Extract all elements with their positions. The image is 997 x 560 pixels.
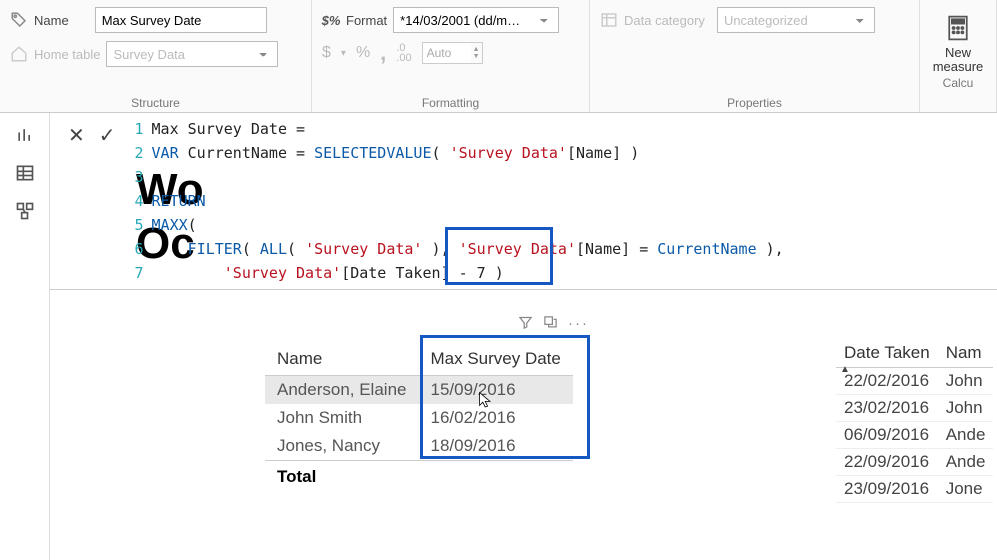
decimals-spinner[interactable]: ▲▼ [422,42,483,64]
col-header-nam[interactable]: Nam [938,339,994,368]
mouse-cursor-icon [478,391,494,411]
formula-bar: ✕ ✓ 1Max Survey Date = 2VAR CurrentName … [50,113,997,290]
group-label-formatting: Formatting [322,94,579,110]
home-table-label: Home table [34,47,100,62]
table-visual-summary[interactable]: ··· Name Max Survey Date Anderson, Elain… [265,343,595,491]
col-header-datetaken[interactable]: Date Taken▲ [836,339,938,368]
decimals-icon[interactable]: .0.00 [396,43,411,63]
table-row[interactable]: 23/02/2016John [836,395,993,422]
tag-icon [10,11,28,29]
table-visual-detail[interactable]: Date Taken▲ Nam 22/02/2016John 23/02/201… [836,339,993,503]
report-view-button[interactable] [13,125,37,145]
name-label: Name [34,13,69,28]
table-row[interactable]: 22/09/2016Ande [836,449,993,476]
detail-table: Date Taken▲ Nam 22/02/2016John 23/02/201… [836,339,993,503]
ribbon-group-properties: Data category Properties [590,0,920,112]
group-label-structure: Structure [10,94,301,110]
ribbon: Name Home table Structure $% Format $ [0,0,997,113]
model-view-button[interactable] [13,201,37,221]
datacategory-label: Data category [624,13,705,28]
formula-editor[interactable]: 1Max Survey Date = 2VAR CurrentName = SE… [130,113,997,289]
left-nav-rail [0,113,50,560]
ribbon-group-calc: New measure Calcu [920,0,997,112]
currency-dropdown-icon[interactable]: ▾ [341,48,346,59]
format-select[interactable] [393,7,559,33]
cancel-formula-button[interactable]: ✕ [68,123,85,148]
ribbon-group-structure: Name Home table Structure [0,0,312,112]
comma-button[interactable]: , [380,40,386,66]
table-row[interactable]: Anderson, Elaine15/09/2016 [265,376,573,405]
more-icon[interactable]: ··· [568,315,589,334]
spinner-arrows-icon[interactable]: ▲▼ [471,46,482,60]
ribbon-group-formatting: $% Format $ ▾ % , .0.00 ▲▼ Formatting [312,0,590,112]
home-table-select[interactable] [106,41,278,67]
table-row[interactable]: 22/02/2016John [836,368,993,395]
percent-button[interactable]: % [356,44,370,62]
col-header-maxdate[interactable]: Max Survey Date [418,343,572,376]
summary-table: Name Max Survey Date Anderson, Elaine15/… [265,343,573,491]
table-row[interactable]: Jones, Nancy18/09/2016 [265,432,573,461]
name-input[interactable] [95,7,267,33]
col-header-name[interactable]: Name [265,343,418,376]
data-view-button[interactable] [13,163,37,183]
format-label: Format [346,13,387,28]
filter-icon[interactable] [518,315,533,334]
home-icon [10,45,28,63]
table-row[interactable]: 23/09/2016Jone [836,476,993,503]
format-icon: $% [322,11,340,29]
sort-asc-icon: ▲ [840,364,850,375]
datacategory-icon [600,11,618,29]
visual-toolbar: ··· [518,315,589,334]
commit-formula-button[interactable]: ✓ [99,123,116,148]
table-total-row: Total [265,461,573,492]
group-label-properties: Properties [600,94,909,110]
focus-icon[interactable] [543,315,558,334]
table-row[interactable]: 06/09/2016Ande [836,422,993,449]
currency-button[interactable]: $ [322,44,331,62]
new-measure-button[interactable]: New measure [924,6,992,74]
calculator-icon [944,14,972,42]
group-label-calc: Calcu [924,74,992,90]
table-row[interactable]: John Smith16/02/2016 [265,404,573,432]
decimals-input[interactable] [423,43,471,63]
new-measure-label: New measure [932,46,984,74]
datacategory-select[interactable] [717,7,875,33]
